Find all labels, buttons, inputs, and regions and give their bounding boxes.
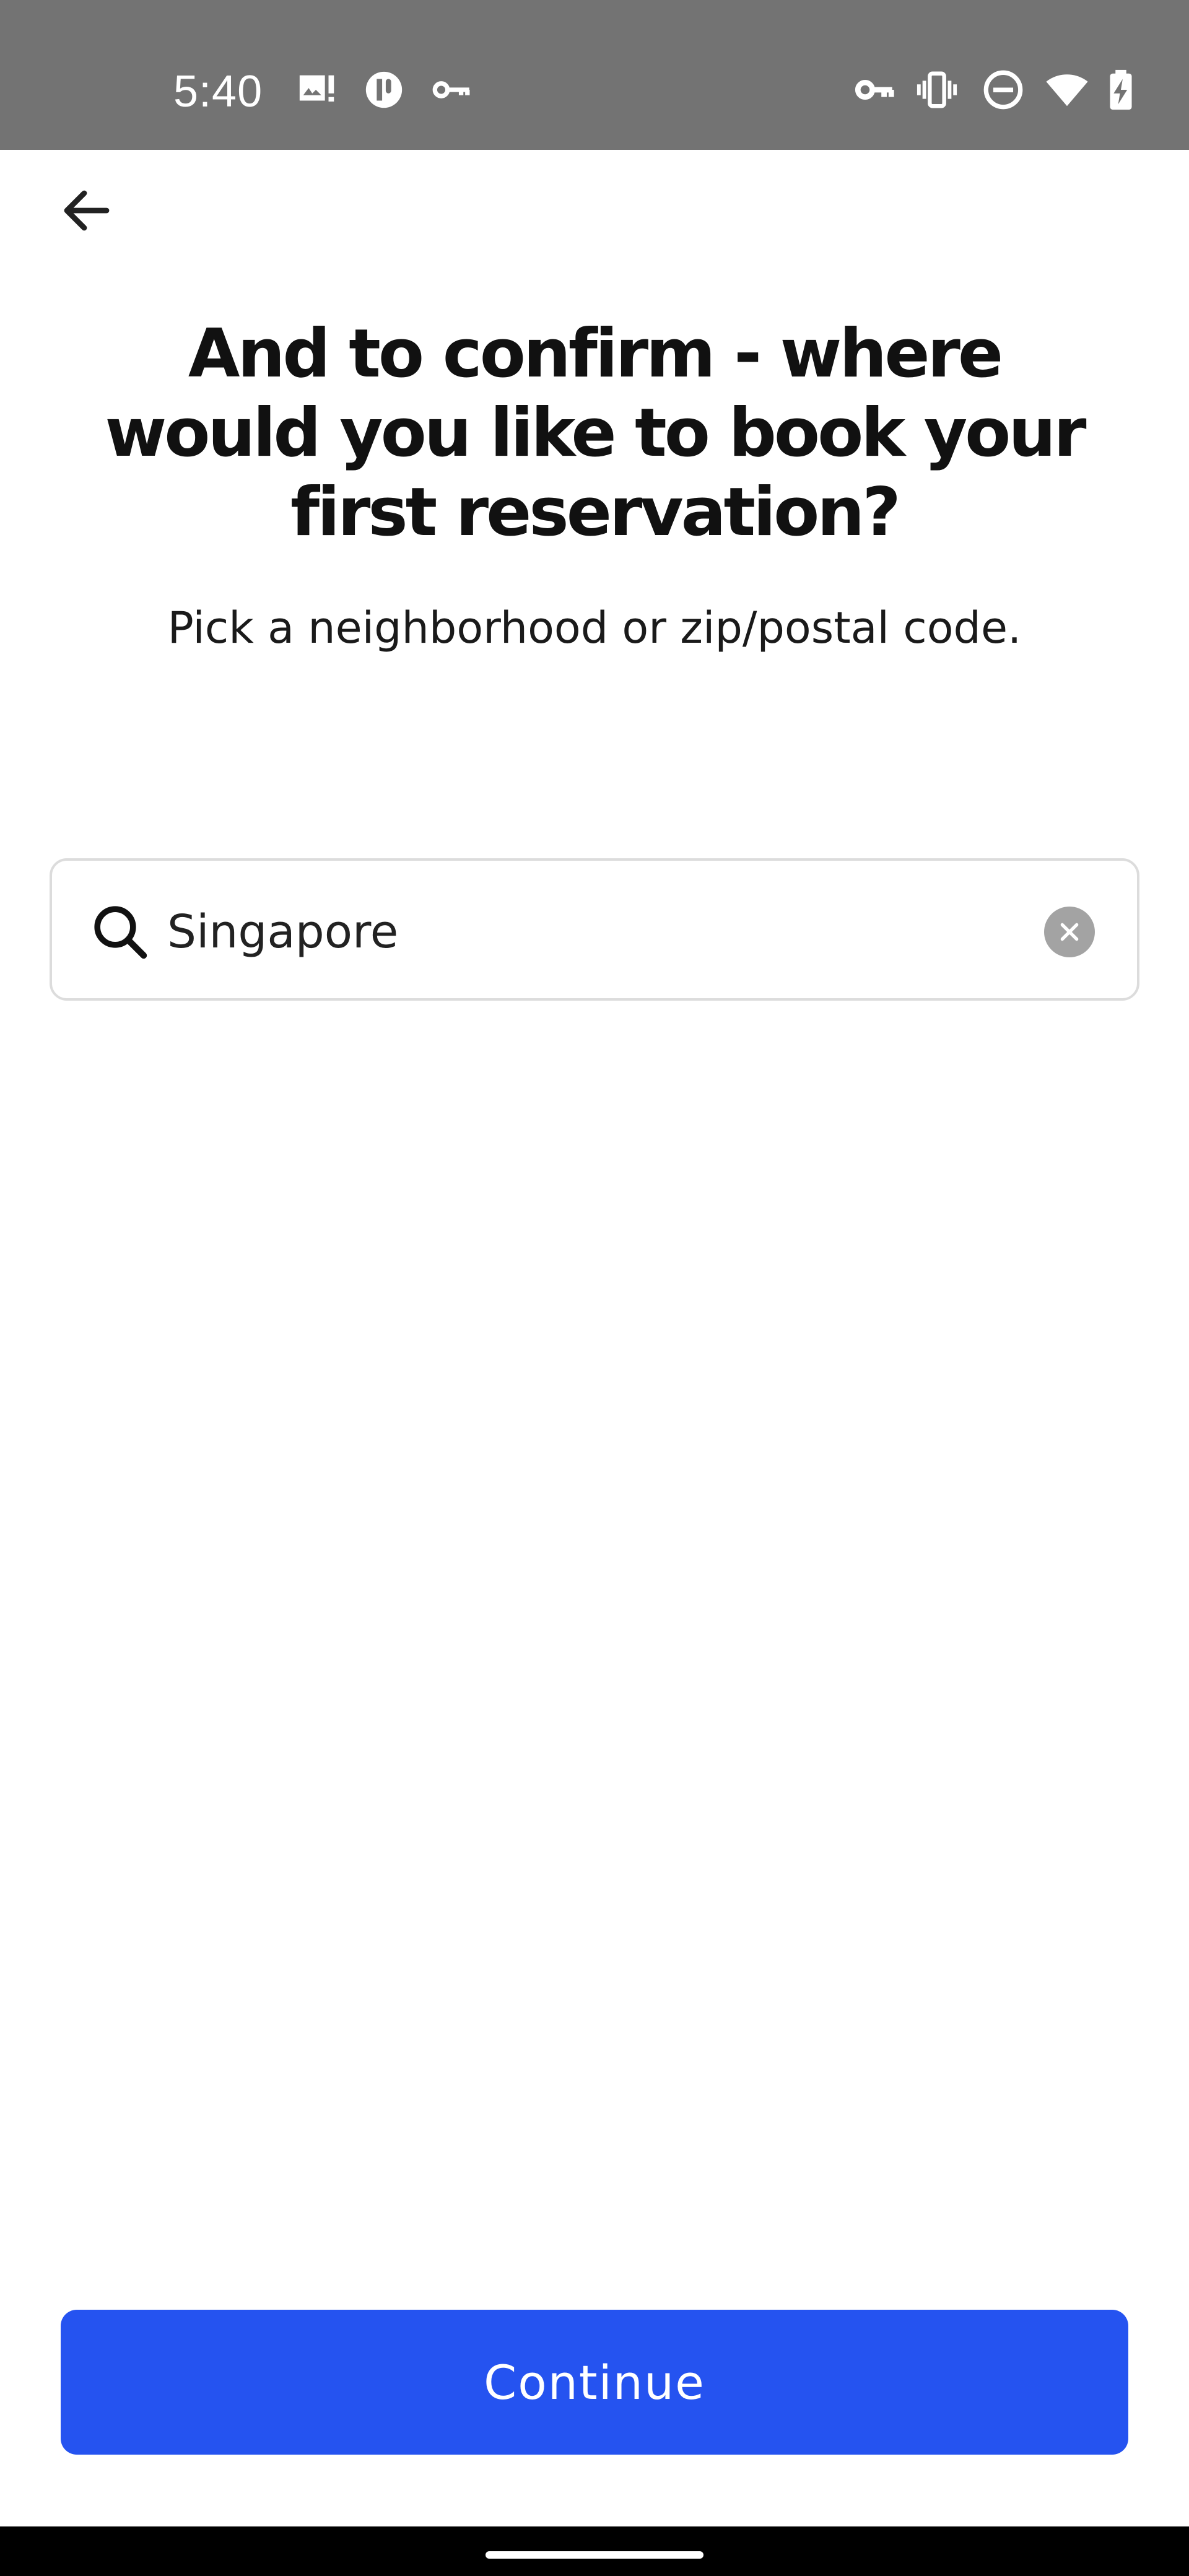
home-gesture-handle[interactable] [486,2551,703,2559]
clear-button[interactable] [1044,907,1095,957]
clear-icon [1060,923,1079,941]
search-field[interactable] [50,858,1139,1001]
page-subtitle: Pick a neighborhood or zip/postal code. [167,603,1022,653]
search-input[interactable] [167,889,1009,975]
back-button[interactable] [50,173,124,248]
vibrate-icon [915,68,959,111]
page-title: And to confirm - where would you like to… [105,315,1087,551]
battery-charging-icon [1099,68,1143,111]
app-badge-icon [362,68,406,111]
key-icon [430,68,474,111]
status-bar: 5:40 [0,0,1189,150]
continue-button[interactable]: Continue [61,2310,1128,2455]
wifi-icon [1045,68,1089,111]
arrow-left-icon [64,190,110,231]
image-alert-icon [296,68,339,111]
navigation-bar [0,2526,1189,2576]
search-icon [90,902,150,962]
do-not-disturb-icon [982,68,1025,111]
status-time: 5:40 [173,67,263,116]
vpn-key-icon [853,68,897,111]
